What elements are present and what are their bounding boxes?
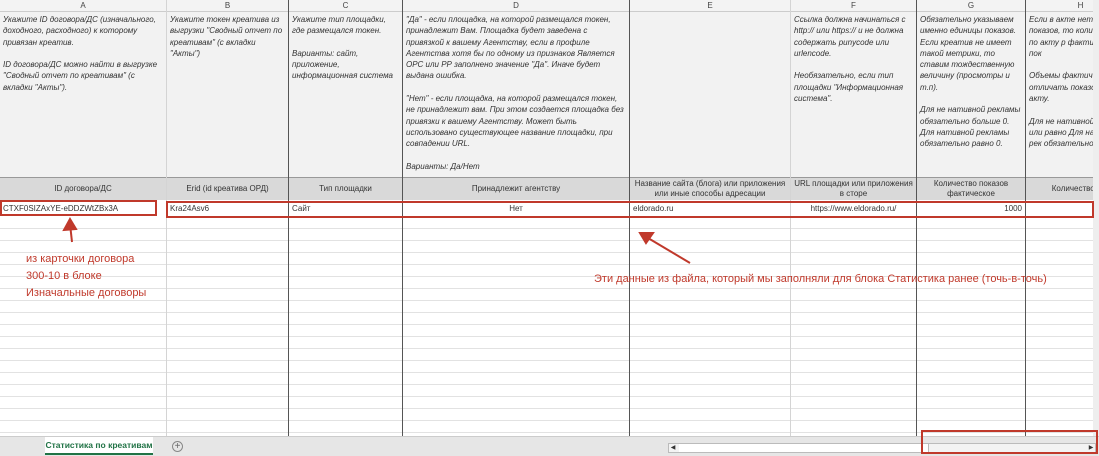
annotation-left-note: из карточки договора 300-10 в блоке Изна… (26, 253, 147, 299)
column-letter[interactable]: B (167, 0, 288, 12)
column-letter[interactable]: G (917, 0, 1025, 12)
column-c[interactable]: C Укажите тип площадки, где размещался т… (289, 0, 403, 436)
column-g[interactable]: G Обязательно указываем именно единицы п… (917, 0, 1026, 436)
header-cell[interactable]: Количество показов фактическое (917, 177, 1025, 200)
header-cell[interactable]: Принадлежит агентству (403, 177, 629, 200)
instruction-cell[interactable]: Обязательно указываем именно единицы пок… (917, 12, 1025, 177)
column-letter[interactable]: F (791, 0, 916, 12)
annotation-right-note: Эти данные из файла, который мы заполнял… (594, 273, 1047, 285)
instruction-cell[interactable]: Укажите тип площадки, где размещался ток… (289, 12, 402, 177)
highlight-contract-id (0, 200, 157, 216)
column-b[interactable]: B Укажите токен креатива из выгрузки "Св… (167, 0, 289, 436)
header-cell[interactable]: URL площадки или приложения в сторе (791, 177, 916, 200)
vertical-scrollbar[interactable] (1093, 0, 1099, 436)
instruction-cell[interactable] (630, 12, 790, 177)
column-letter[interactable]: D (403, 0, 629, 12)
instruction-cell[interactable]: "Да" - если площадка, на которой размеща… (403, 12, 629, 177)
scroll-thumb[interactable] (679, 444, 929, 452)
scroll-left-icon[interactable]: ◀ (669, 444, 677, 452)
spreadsheet-grid: A Укажите ID договора/ДС (изначального, … (0, 0, 1093, 436)
instruction-cell[interactable]: Если в акте нет е показов, то колич пока… (1026, 12, 1093, 177)
header-cell[interactable]: ID договора/ДС (0, 177, 166, 200)
column-letter[interactable]: E (630, 0, 790, 12)
sheet-tab-statistics[interactable]: Статистика по креативам (45, 437, 153, 455)
header-cell[interactable]: Тип площадки (289, 177, 402, 200)
column-letter[interactable]: C (289, 0, 402, 12)
instruction-cell[interactable]: Ссылка должна начинаться с http:// или h… (791, 12, 916, 177)
instruction-cell[interactable]: Укажите токен креатива из выгрузки "Свод… (167, 12, 288, 177)
header-cell[interactable]: Количество пок (1026, 177, 1093, 200)
column-letter[interactable]: H (1026, 0, 1093, 12)
column-a[interactable]: A Укажите ID договора/ДС (изначального, … (0, 0, 167, 436)
header-cell[interactable]: Название сайта (блога) или приложения ил… (630, 177, 790, 200)
column-letter[interactable]: A (0, 0, 166, 12)
header-cell[interactable]: Erid (id креатива ОРД) (167, 177, 288, 200)
column-d[interactable]: D "Да" - если площадка, на которой разме… (403, 0, 630, 436)
column-h[interactable]: H Если в акте нет е показов, то колич по… (1026, 0, 1093, 436)
column-f[interactable]: F Ссылка должна начинаться с http:// или… (791, 0, 917, 436)
highlight-scroll-area (921, 430, 1098, 454)
add-sheet-button[interactable]: + (172, 441, 183, 452)
highlight-statistics-row (166, 201, 1094, 218)
column-e[interactable]: E Название сайта (блога) или приложения … (630, 0, 791, 436)
instruction-cell[interactable]: Укажите ID договора/ДС (изначального, до… (0, 12, 166, 177)
